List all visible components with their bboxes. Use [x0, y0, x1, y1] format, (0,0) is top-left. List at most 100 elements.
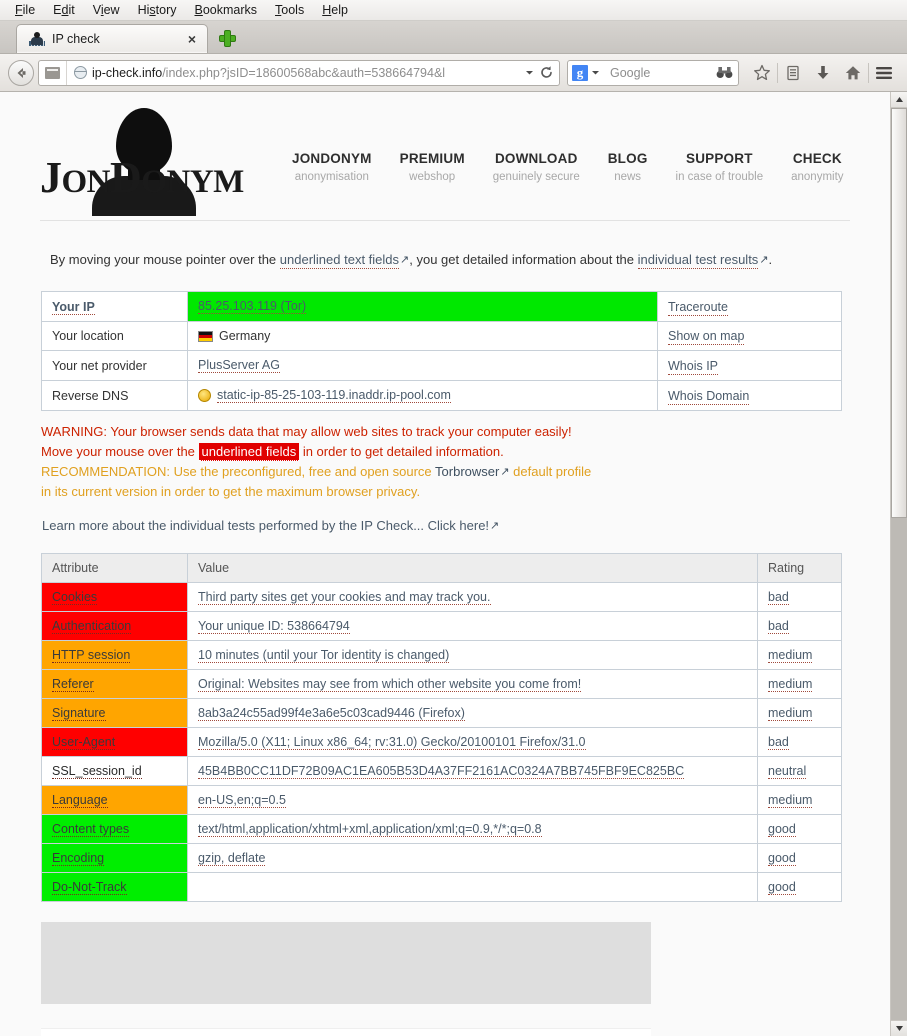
nav-sublabel: news — [614, 171, 642, 183]
site-identity-button[interactable] — [39, 60, 67, 85]
attr-label[interactable]: Encoding — [52, 851, 105, 866]
web-page: JONDONYM JONDONYM anonymisation PREMIUM … — [0, 92, 890, 1036]
menu-tools[interactable]: Tools — [266, 1, 313, 20]
location-value: Germany — [219, 329, 271, 343]
attr-value[interactable]: Third party sites get your cookies and m… — [198, 590, 491, 605]
attr-value[interactable]: 45B4BB0CC11DF72B09AC1EA605B53D4A37FF2161… — [198, 764, 685, 779]
attr-value[interactable]: Original: Websites may see from which ot… — [198, 677, 582, 692]
rating-label[interactable]: medium — [768, 677, 813, 692]
attr-value[interactable]: Your unique ID: 538664794 — [198, 619, 350, 634]
nav-item-support[interactable]: SUPPORT in case of trouble — [662, 150, 778, 184]
new-tab-button[interactable] — [214, 25, 240, 51]
reverse-dns-value[interactable]: static-ip-85-25-103-119.inaddr.ip-pool.c… — [217, 388, 451, 403]
rating-cell: medium — [757, 785, 842, 815]
value-cell: gzip, deflate — [187, 843, 758, 873]
attr-label[interactable]: Cookies — [52, 590, 98, 605]
bookmark-star-button[interactable] — [747, 59, 777, 87]
scroll-down-button[interactable] — [891, 1020, 907, 1036]
attr-label[interactable]: User-Agent — [52, 735, 116, 750]
menu-bookmarks[interactable]: Bookmarks — [186, 1, 267, 20]
menu-edit[interactable]: Edit — [44, 1, 84, 20]
scrollbar-thumb[interactable] — [891, 108, 907, 519]
nav-sublabel: genuinely secure — [492, 171, 580, 183]
navigation-toolbar: ip-check.info/index.php?jsID=18600568abc… — [0, 54, 907, 92]
nav-label: SUPPORT — [685, 151, 753, 166]
traceroute-link[interactable]: Traceroute — [668, 299, 728, 316]
nav-item-download[interactable]: DOWNLOAD genuinely secure — [479, 150, 594, 184]
warning-line2-prefix: Move your mouse over the — [41, 444, 199, 459]
table-row: Language en-US,en;q=0.5 medium — [41, 785, 842, 815]
rating-label[interactable]: medium — [768, 648, 813, 663]
menu-file[interactable]: FFileile — [6, 1, 44, 20]
rating-label[interactable]: medium — [768, 706, 813, 721]
attr-label[interactable]: HTTP session — [52, 648, 131, 663]
attr-label[interactable]: Content types — [52, 822, 130, 837]
ip-row-action: Traceroute — [657, 291, 842, 322]
rating-label[interactable]: good — [768, 880, 796, 895]
attr-label[interactable]: SSL_session_id — [52, 764, 142, 779]
attr-value[interactable]: text/html,application/xhtml+xml,applicat… — [198, 822, 542, 837]
attr-label[interactable]: Authentication — [52, 619, 132, 634]
tab-ip-check[interactable]: IP check × — [16, 24, 208, 53]
menu-history[interactable]: History — [129, 1, 186, 20]
attr-cell-authentication: Authentication — [41, 611, 188, 641]
scroll-up-button[interactable] — [891, 92, 907, 108]
net-provider-value[interactable]: PlusServer AG — [198, 358, 280, 373]
recommendation-prefix: RECOMMENDATION: Use the preconfigured, f… — [41, 464, 436, 479]
address-bar[interactable]: ip-check.info/index.php?jsID=18600568abc… — [38, 59, 560, 86]
ip-address-value[interactable]: 85.25.103.119 (Tor) — [198, 299, 307, 314]
whois-domain-link[interactable]: Whois Domain — [668, 388, 750, 405]
scrollbar-track[interactable] — [891, 108, 907, 1020]
nav-item-premium[interactable]: PREMIUM webshop — [386, 150, 479, 184]
attr-label[interactable]: Signature — [52, 706, 106, 721]
rating-label[interactable]: good — [768, 822, 796, 837]
close-icon[interactable]: × — [185, 32, 199, 46]
rating-label[interactable]: neutral — [768, 764, 807, 779]
binoculars-search-icon[interactable] — [716, 66, 733, 79]
ip-row-value: Germany — [187, 321, 658, 351]
attr-value[interactable]: 8ab3a24c55ad99f4e3a6e5c03cad9446 (Firefo… — [198, 706, 465, 721]
url-dropdown-button[interactable] — [522, 68, 536, 77]
home-button[interactable] — [838, 59, 868, 87]
attr-cell-language: Language — [41, 785, 188, 815]
underlined-fields-highlight[interactable]: underlined fields — [198, 443, 300, 461]
attr-label[interactable]: Language — [52, 793, 108, 808]
downloads-button[interactable] — [808, 59, 838, 87]
jondonym-logo[interactable]: JONDONYM — [40, 106, 244, 216]
nav-item-blog[interactable]: BLOG news — [594, 150, 662, 184]
attr-cell-http-session: HTTP session — [41, 640, 188, 670]
attr-value[interactable]: en-US,en;q=0.5 — [198, 793, 286, 808]
vertical-scrollbar[interactable] — [890, 92, 907, 1036]
attr-value[interactable]: 10 minutes (until your Tor identity is c… — [198, 648, 450, 663]
menu-help[interactable]: Help — [313, 1, 357, 20]
search-bar[interactable]: g Google — [567, 59, 739, 86]
reload-button[interactable] — [536, 65, 556, 80]
show-on-map-link[interactable]: Show on map — [668, 329, 745, 345]
underlined-text-fields-link[interactable]: underlined text fields — [279, 252, 400, 269]
torbrowser-link[interactable]: Torbrowser — [435, 464, 499, 479]
back-button[interactable] — [8, 59, 34, 86]
learn-more-text[interactable]: Learn more about the individual tests pe… — [42, 518, 489, 533]
table-row: Your net provider PlusServer AG Whois IP — [41, 350, 842, 381]
attr-label[interactable]: Referer — [52, 677, 94, 692]
individual-test-results-link[interactable]: individual test results — [637, 252, 759, 269]
search-engine-dropdown[interactable] — [588, 68, 602, 77]
nav-item-jondonym[interactable]: JONDONYM anonymisation — [278, 150, 386, 184]
nav-item-check[interactable]: CHECK anonymity — [777, 150, 857, 184]
page-viewport: JONDONYM JONDONYM anonymisation PREMIUM … — [0, 92, 907, 1036]
menu-button[interactable] — [869, 59, 899, 87]
whois-ip-link[interactable]: Whois IP — [668, 358, 719, 375]
menu-view[interactable]: View — [84, 1, 129, 20]
rating-label[interactable]: bad — [768, 590, 789, 605]
rating-label[interactable]: bad — [768, 619, 789, 634]
rating-label[interactable]: bad — [768, 735, 789, 750]
reader-list-button[interactable] — [778, 59, 808, 87]
rating-label[interactable]: medium — [768, 793, 813, 808]
your-ip-label[interactable]: Your IP — [52, 299, 95, 315]
rating-label[interactable]: good — [768, 851, 796, 866]
attr-label[interactable]: Do-Not-Track — [52, 880, 127, 895]
warning-line-1: WARNING: Your browser sends data that ma… — [41, 424, 572, 439]
attr-value[interactable]: gzip, deflate — [198, 851, 266, 866]
attr-value[interactable]: Mozilla/5.0 (X11; Linux x86_64; rv:31.0)… — [198, 735, 586, 750]
search-input[interactable]: Google — [610, 66, 716, 80]
